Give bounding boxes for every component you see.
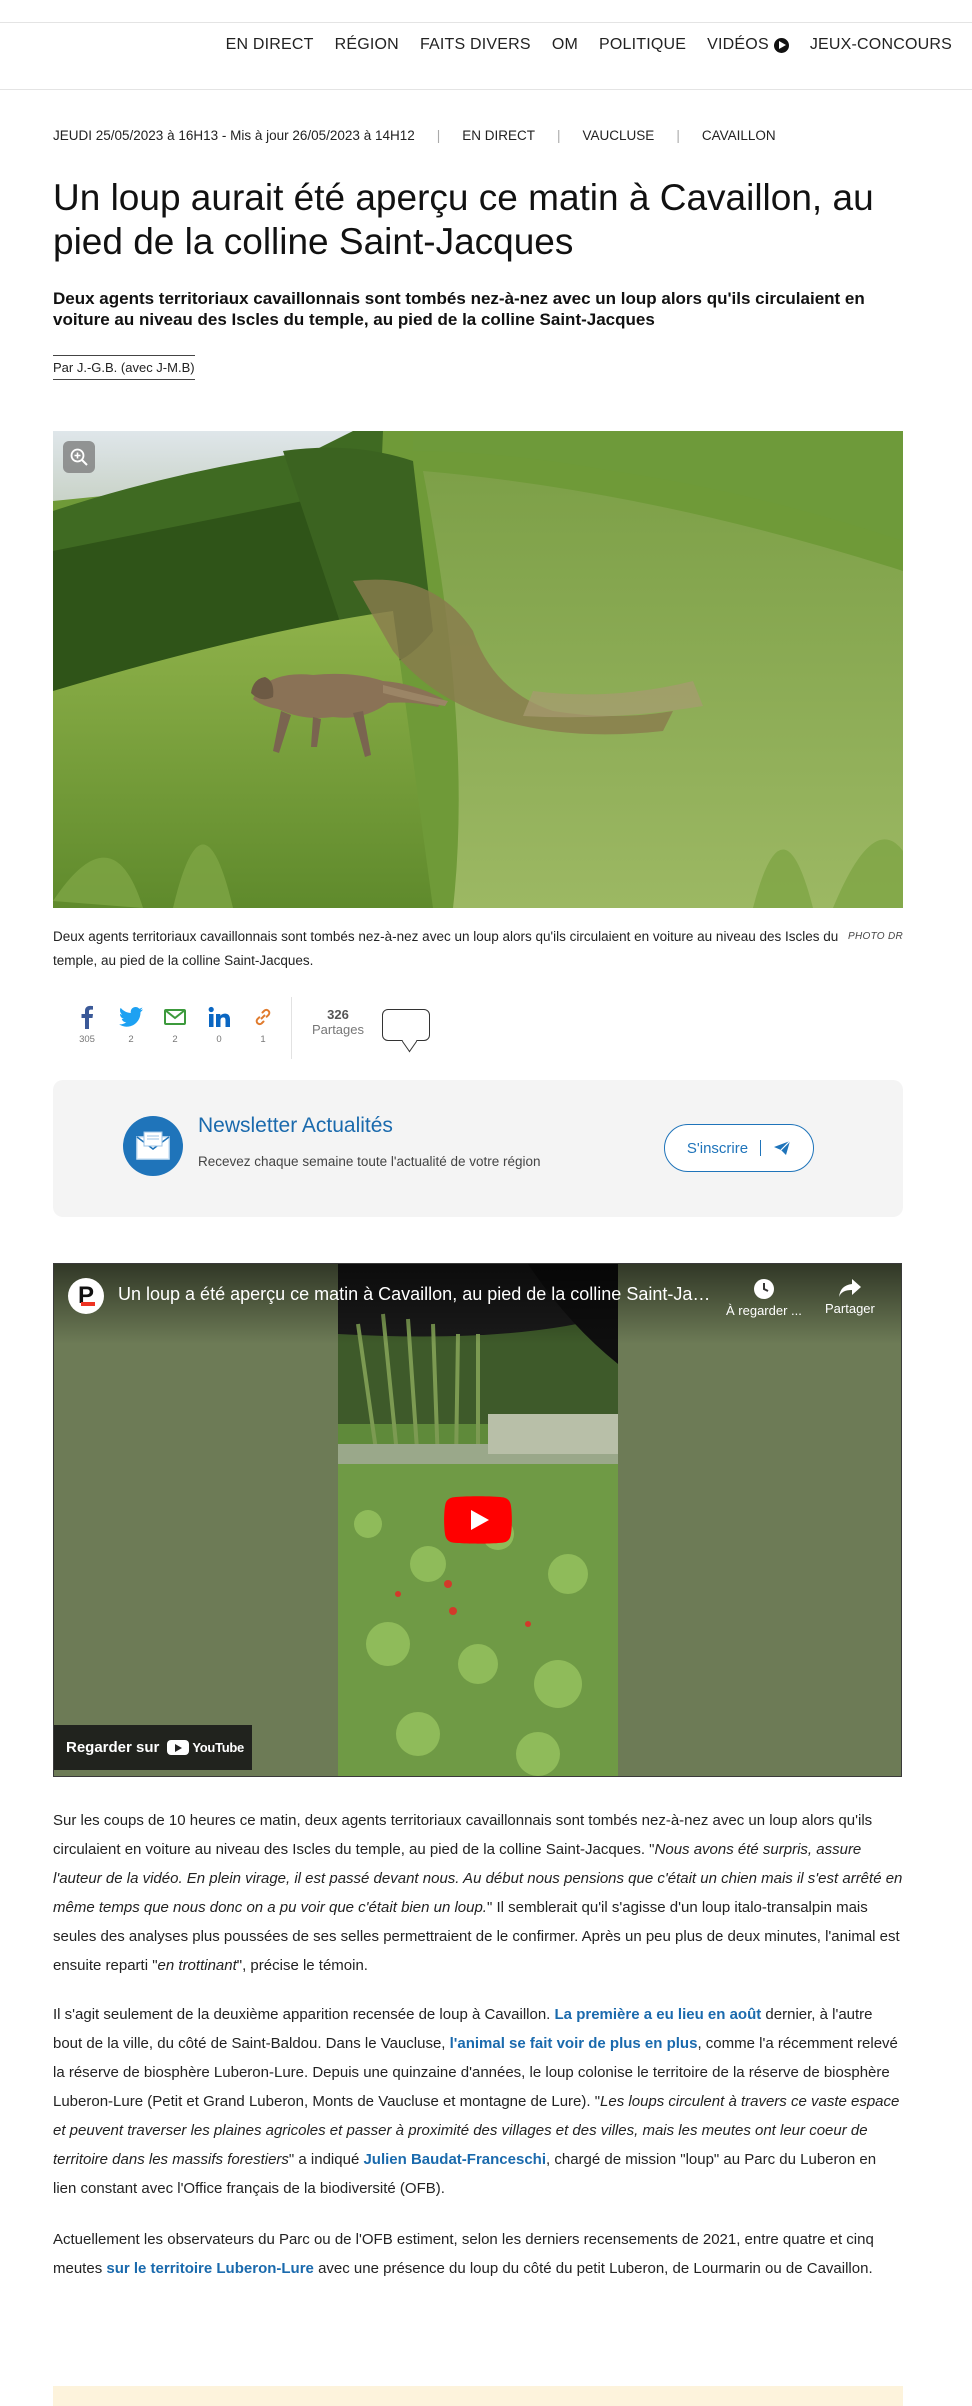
watch-later-label: À regarder ...: [726, 1303, 802, 1318]
subscribe-label: S'inscrire: [686, 1139, 749, 1157]
watch-on-label: Regarder sur: [66, 1739, 160, 1756]
meta-separator: |: [676, 128, 680, 143]
meta-separator: |: [557, 128, 561, 143]
share-twitter-button[interactable]: 2: [109, 1003, 153, 1045]
newsletter-envelope-icon: [123, 1116, 183, 1176]
nav-item-jeux-concours[interactable]: JEUX-CONCOURS: [810, 36, 952, 54]
channel-logo[interactable]: P: [68, 1278, 104, 1314]
meta-separator: |: [436, 128, 441, 143]
youtube-wordmark: YouTube: [192, 1740, 244, 1755]
inline-article-link[interactable]: Julien Baudat-Franceschi: [363, 2151, 546, 2168]
nav-item-om[interactable]: OM: [552, 36, 578, 54]
share-arrow-icon: [838, 1279, 861, 1297]
share-count: 2: [172, 1034, 178, 1045]
share-linkedin-button[interactable]: 0: [197, 1003, 241, 1045]
zoom-button[interactable]: [63, 441, 95, 473]
newsletter-subtitle: Recevez chaque semaine toute l'actualité…: [198, 1154, 541, 1169]
facebook-icon: [81, 1005, 93, 1029]
share-bar: 305 2 2 0 1 326 Partages: [65, 997, 430, 1059]
share-count: 2: [128, 1034, 134, 1045]
zoom-in-icon: [70, 448, 88, 466]
nav-item-videos[interactable]: VIDÉOS: [707, 36, 789, 54]
youtube-logo: YouTube: [167, 1740, 244, 1755]
article-meta: JEUDI 25/05/2023 à 16H13 - Mis à jour 26…: [53, 128, 776, 143]
share-total-count: 326: [327, 1007, 349, 1022]
photo-credit: PHOTO DR: [848, 931, 903, 942]
button-divider: [760, 1140, 762, 1156]
paragraph-text: " a indiqué: [288, 2151, 364, 2168]
article-paragraph-3: Actuellement les observateurs du Parc ou…: [53, 2225, 903, 2283]
watch-on-youtube-button[interactable]: Regarder sur YouTube: [54, 1725, 252, 1770]
share-email-button[interactable]: 2: [153, 1003, 197, 1045]
youtube-play-button[interactable]: [444, 1496, 512, 1544]
nav-item-politique[interactable]: POLITIQUE: [599, 36, 686, 54]
share-total: 326 Partages: [308, 1007, 368, 1037]
play-circle-icon: [773, 37, 789, 53]
video-share-label: Partager: [825, 1301, 875, 1316]
article-title: Un loup aurait été aperçu ce matin à Cav…: [53, 177, 874, 262]
share-divider: [291, 997, 292, 1059]
wolf-in-field-image: [53, 431, 903, 908]
link-icon: [255, 1008, 271, 1026]
nav-item-en-direct[interactable]: EN DIRECT: [226, 36, 314, 54]
watch-later-button[interactable]: À regarder ...: [726, 1278, 802, 1318]
video-share-button[interactable]: Partager: [825, 1278, 875, 1316]
newsletter-title: Newsletter Actualités: [198, 1114, 393, 1137]
comment-icon[interactable]: [382, 1009, 430, 1041]
share-count: 0: [216, 1034, 222, 1045]
photo-caption: Deux agents territoriaux cavaillonnais s…: [53, 925, 903, 973]
video-title[interactable]: Un loup a été aperçu ce matin à Cavaillo…: [118, 1284, 718, 1305]
paragraph-text: avec une présence du loup du côté du pet…: [313, 2260, 873, 2277]
top-navigation: EN DIRECT RÉGION FAITS DIVERS OM POLITIQ…: [0, 22, 972, 90]
nav-item-region[interactable]: RÉGION: [335, 36, 399, 54]
linkedin-icon: [208, 1006, 230, 1027]
tag-cavaillon[interactable]: CAVAILLON: [702, 128, 776, 143]
article-date: JEUDI 25/05/2023 à 16H13 - Mis à jour 26…: [53, 128, 415, 143]
article-paragraph-2: Il s'agit seulement de la deuxième appar…: [53, 2000, 903, 2203]
share-link-button[interactable]: 1: [241, 1003, 285, 1045]
tag-vaucluse[interactable]: VAUCLUSE: [583, 128, 655, 143]
nav-item-faits-divers[interactable]: FAITS DIVERS: [420, 36, 531, 54]
promo-banner: [53, 2386, 903, 2406]
paragraph-text: ", précise le témoin.: [236, 1957, 368, 1974]
inline-article-link[interactable]: l'animal se fait voir de plus en plus: [450, 2035, 698, 2052]
tag-en-direct[interactable]: EN DIRECT: [462, 128, 535, 143]
photo-caption-text: Deux agents territoriaux cavaillonnais s…: [53, 929, 839, 968]
clock-icon: [753, 1279, 774, 1299]
youtube-play-icon: [167, 1740, 190, 1755]
send-icon: [774, 1140, 791, 1155]
quote-text: en trottinant: [157, 1957, 237, 1974]
article-paragraph-1: Sur les coups de 10 heures ce matin, deu…: [53, 1806, 903, 1980]
youtube-video-embed[interactable]: P Un loup a été aperçu ce matin à Cavail…: [53, 1263, 902, 1777]
article-lead: Deux agents territoriaux cavaillonnais s…: [53, 289, 865, 329]
newsletter-box: Newsletter Actualités Recevez chaque sem…: [53, 1080, 903, 1217]
inline-article-link[interactable]: La première a eu lieu en août: [555, 2006, 762, 2023]
twitter-icon: [119, 1007, 143, 1027]
share-facebook-button[interactable]: 305: [65, 1003, 109, 1045]
article-photo[interactable]: [53, 431, 903, 908]
share-count: 1: [260, 1034, 266, 1045]
nav-item-videos-label: VIDÉOS: [707, 36, 769, 53]
inline-article-link[interactable]: sur le territoire Luberon-Lure: [106, 2260, 314, 2277]
article-author[interactable]: Par J.-G.B. (avec J-M.B): [53, 355, 195, 380]
share-count: 305: [79, 1034, 95, 1045]
email-icon: [164, 1009, 186, 1025]
paragraph-text: Il s'agit seulement de la deuxième appar…: [53, 2006, 555, 2023]
share-total-label: Partages: [311, 1022, 365, 1037]
newsletter-subscribe-button[interactable]: S'inscrire: [664, 1124, 814, 1172]
